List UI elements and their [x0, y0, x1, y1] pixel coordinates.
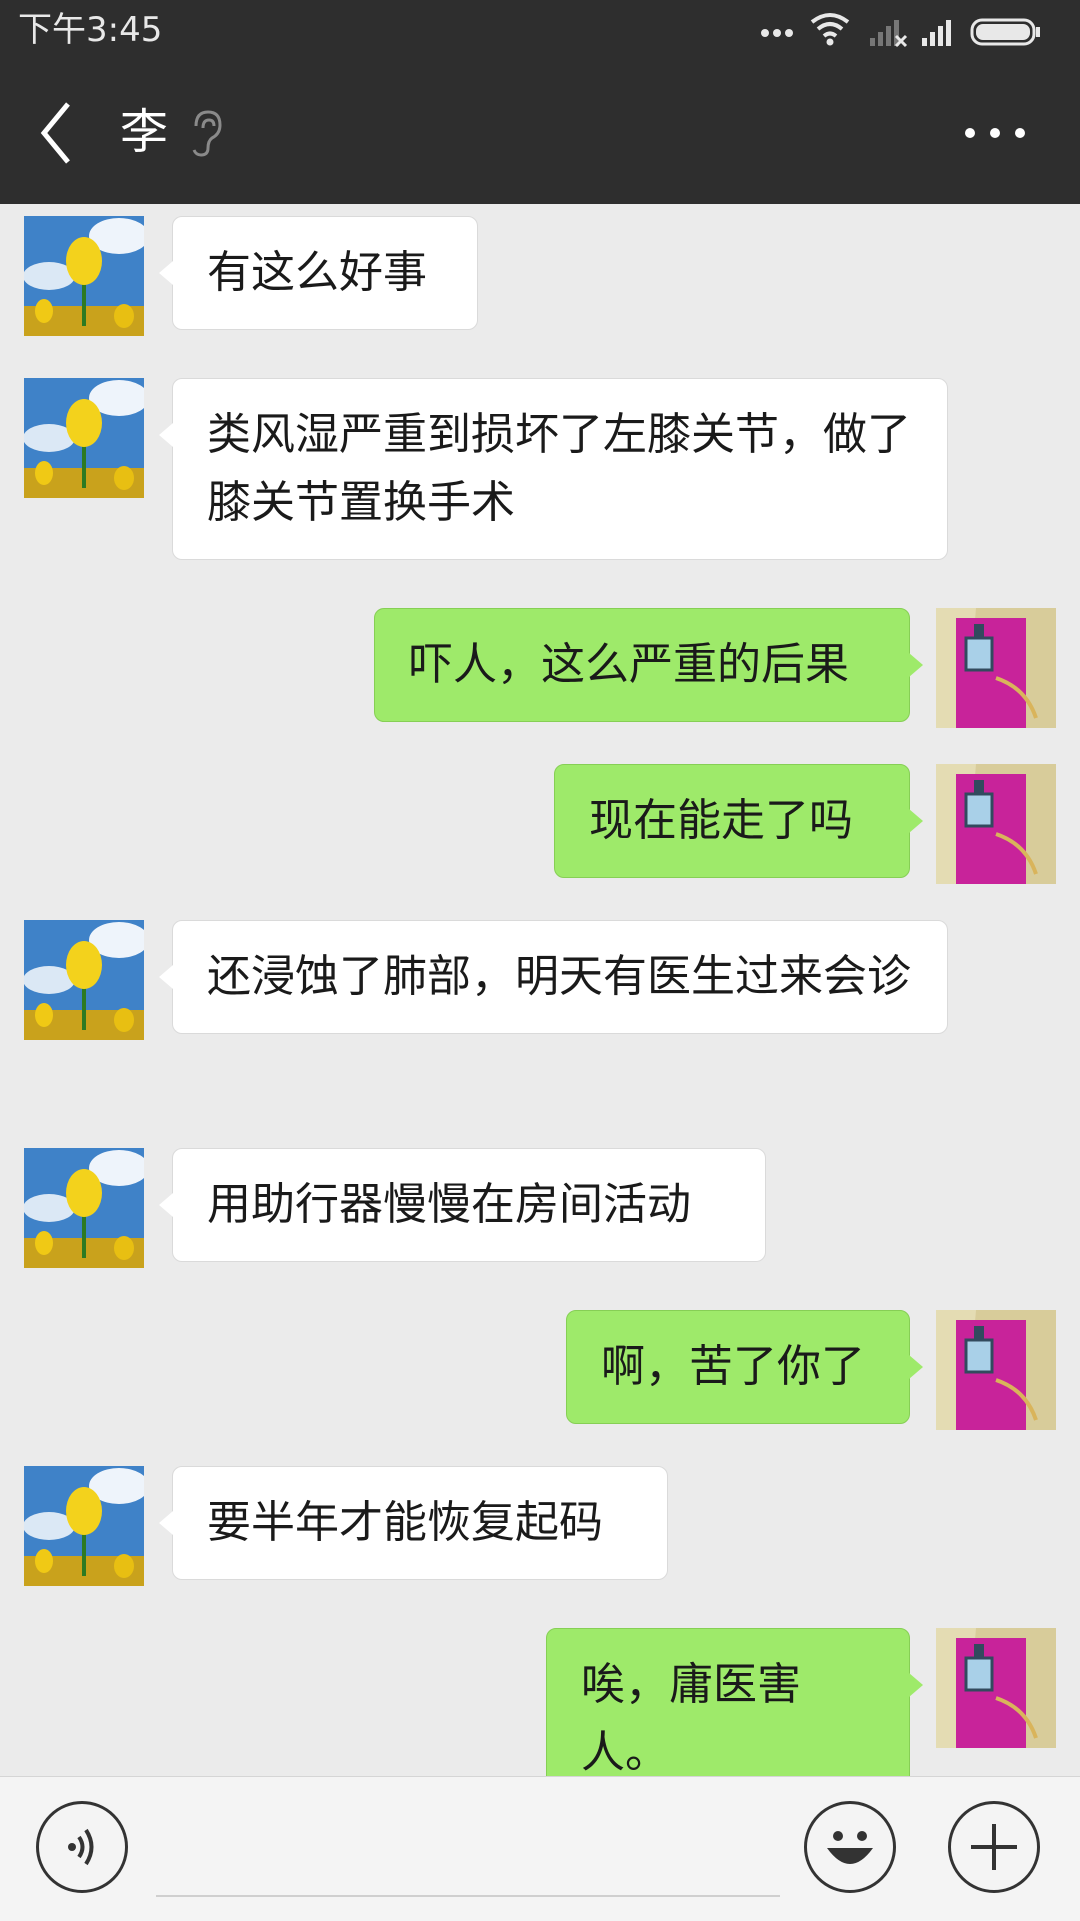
my-avatar[interactable] — [936, 608, 1056, 728]
contact-avatar[interactable] — [24, 920, 144, 1040]
contact-avatar[interactable] — [24, 216, 144, 336]
plus-button[interactable] — [948, 1801, 1040, 1893]
battery-icon — [970, 18, 1040, 46]
message-bubble-sent[interactable]: 吓人，这么严重的后果 — [374, 608, 923, 722]
contact-avatar[interactable] — [24, 1148, 144, 1268]
tulip-avatar-image — [24, 1148, 144, 1268]
message-bubble-sent[interactable]: 啊，苦了你了 — [566, 1310, 923, 1424]
voice-button[interactable] — [36, 1801, 128, 1893]
message-bubble-sent[interactable]: 现在能走了吗 — [554, 764, 923, 878]
message-bubble-sent[interactable]: 唉，庸医害人。 — [546, 1628, 923, 1776]
voice-icon — [68, 1828, 94, 1866]
chevron-left-icon[interactable] — [30, 96, 90, 170]
message-bubble-received[interactable]: 类风湿严重到损坏了左膝关节，做了膝关节置换手术 — [159, 378, 948, 560]
emoji-icon — [827, 1831, 873, 1864]
my-avatar[interactable] — [936, 764, 1056, 884]
message-list[interactable]: 有这么好事 类风湿严重到损坏了左膝关节，做了膝关节置换手术 吓人，这么严重的后果… — [0, 204, 1080, 1776]
message-bubble-received[interactable]: 有这么好事 — [159, 216, 478, 330]
message-input[interactable] — [156, 1895, 780, 1897]
signal-icon — [922, 20, 951, 46]
scarf-avatar-image — [936, 1310, 1056, 1430]
scarf-avatar-image — [936, 764, 1056, 884]
chat-title: 李 — [120, 104, 169, 160]
tulip-avatar-image — [24, 216, 144, 336]
signal-no-sim-icon — [870, 20, 908, 48]
tulip-avatar-image — [24, 1466, 144, 1586]
plus-icon — [971, 1824, 1017, 1870]
input-bar — [0, 1776, 1080, 1921]
more-icon[interactable] — [960, 110, 1030, 156]
message-bubble-received[interactable]: 用助行器慢慢在房间活动 — [159, 1148, 766, 1262]
my-avatar[interactable] — [936, 1628, 1056, 1748]
emoji-button[interactable] — [804, 1801, 896, 1893]
more-dots-icon — [761, 29, 793, 37]
status-icons — [760, 12, 1060, 52]
tulip-avatar-image — [24, 920, 144, 1040]
status-time: 下午3:45 — [18, 10, 163, 50]
scarf-avatar-image — [936, 1628, 1056, 1748]
chat-header: 李 — [0, 62, 1080, 204]
message-bubble-received[interactable]: 还浸蚀了肺部，明天有医生过来会诊 — [159, 920, 948, 1034]
status-bar: 下午3:45 — [0, 0, 1080, 62]
contact-avatar[interactable] — [24, 1466, 144, 1586]
scarf-avatar-image — [936, 608, 1056, 728]
tulip-avatar-image — [24, 378, 144, 498]
contact-avatar[interactable] — [24, 378, 144, 498]
my-avatar[interactable] — [936, 1310, 1056, 1430]
wifi-icon — [810, 13, 850, 46]
ear-icon — [192, 110, 222, 157]
message-bubble-received[interactable]: 要半年才能恢复起码 — [159, 1466, 668, 1580]
